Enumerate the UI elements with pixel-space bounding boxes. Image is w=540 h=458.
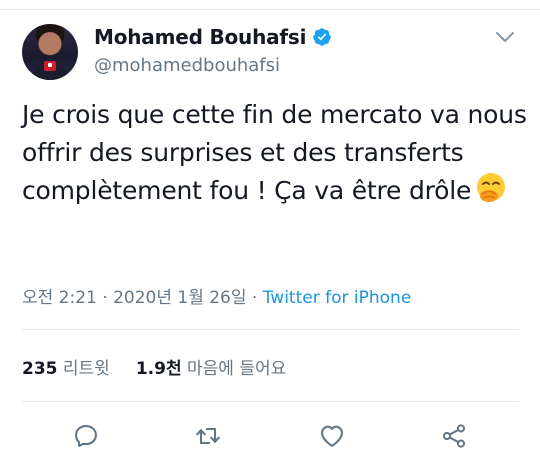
retweet-icon[interactable] — [194, 422, 222, 450]
face-with-hand-over-mouth-icon — [477, 173, 506, 202]
timestamp[interactable]: 오전 2:21 · 2020년 1월 26일 — [22, 288, 247, 308]
likes-count: 1.9천 — [135, 359, 182, 379]
retweets-count: 235 — [22, 359, 58, 379]
chevron-down-icon[interactable] — [495, 30, 515, 44]
likes-label: 마음에 들어요 — [187, 359, 287, 379]
display-name[interactable]: Mohamed Bouhafsi — [94, 25, 306, 49]
meta-separator: · — [246, 288, 263, 308]
heart-icon[interactable] — [318, 422, 346, 450]
tweet-detail: Mohamed Bouhafsi @mohamedbouhafsi Je cro… — [0, 0, 540, 458]
tweet-header: Mohamed Bouhafsi @mohamedbouhafsi — [22, 24, 522, 80]
tweet-body: Je crois que cette fin de mercato va nou… — [22, 100, 527, 205]
tweet-stats: 235 리트윗 1.9천 마음에 들어요 — [22, 354, 286, 379]
retweets-stat[interactable]: 235 리트윗 — [22, 359, 110, 379]
reply-icon[interactable] — [72, 422, 100, 450]
share-icon[interactable] — [440, 422, 468, 450]
top-divider — [0, 0, 540, 10]
likes-stat[interactable]: 1.9천 마음에 들어요 — [136, 359, 286, 379]
avatar[interactable] — [22, 24, 78, 80]
source-link[interactable]: Twitter for iPhone — [263, 288, 412, 308]
divider — [22, 401, 518, 402]
action-bar — [0, 412, 540, 458]
name-row: Mohamed Bouhafsi — [94, 25, 332, 49]
tweet-text: Je crois que cette fin de mercato va nou… — [22, 96, 527, 210]
tweet-meta: 오전 2:21 · 2020년 1월 26일 · Twitter for iPh… — [22, 283, 411, 308]
divider — [22, 329, 518, 330]
user-handle[interactable]: @mohamedbouhafsi — [94, 55, 280, 76]
verified-badge-icon — [313, 28, 332, 46]
avatar-microphone — [44, 61, 56, 71]
retweets-label: 리트윗 — [62, 359, 110, 379]
